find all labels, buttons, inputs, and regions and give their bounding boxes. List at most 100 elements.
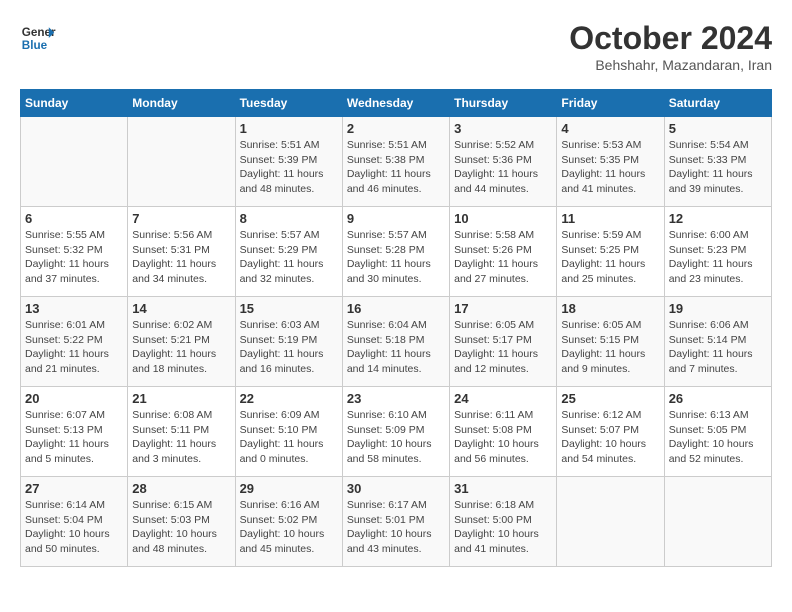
- calendar-cell: 16 Sunrise: 6:04 AMSunset: 5:18 PMDayligh…: [342, 297, 449, 387]
- calendar-cell: 23 Sunrise: 6:10 AMSunset: 5:09 PMDayligh…: [342, 387, 449, 477]
- day-info: Sunrise: 6:18 AMSunset: 5:00 PMDaylight:…: [454, 498, 552, 557]
- weekday-header-row: SundayMondayTuesdayWednesdayThursdayFrid…: [21, 90, 772, 117]
- day-info: Sunrise: 5:58 AMSunset: 5:26 PMDaylight:…: [454, 228, 552, 287]
- day-info: Sunrise: 6:05 AMSunset: 5:17 PMDaylight:…: [454, 318, 552, 377]
- day-number: 24: [454, 391, 552, 406]
- day-number: 12: [669, 211, 767, 226]
- day-info: Sunrise: 6:17 AMSunset: 5:01 PMDaylight:…: [347, 498, 445, 557]
- calendar-cell: 6 Sunrise: 5:55 AMSunset: 5:32 PMDaylight…: [21, 207, 128, 297]
- location-subtitle: Behshahr, Mazandaran, Iran: [569, 57, 772, 73]
- day-info: Sunrise: 6:02 AMSunset: 5:21 PMDaylight:…: [132, 318, 230, 377]
- day-info: Sunrise: 5:54 AMSunset: 5:33 PMDaylight:…: [669, 138, 767, 197]
- calendar-cell: 8Sunrise: 5:57 AMSunset: 5:29 PMDaylight…: [235, 207, 342, 297]
- weekday-header-wednesday: Wednesday: [342, 90, 449, 117]
- day-info: Sunrise: 6:00 AMSunset: 5:23 PMDaylight:…: [669, 228, 767, 287]
- day-number: 22: [240, 391, 338, 406]
- day-info: Sunrise: 6:07 AMSunset: 5:13 PMDaylight:…: [25, 408, 123, 467]
- day-info: Sunrise: 6:08 AMSunset: 5:11 PMDaylight:…: [132, 408, 230, 467]
- calendar-cell: 10 Sunrise: 5:58 AMSunset: 5:26 PMDayligh…: [450, 207, 557, 297]
- day-number: 20: [25, 391, 123, 406]
- day-info: Sunrise: 5:59 AMSunset: 5:25 PMDaylight:…: [561, 228, 659, 287]
- day-number: 5: [669, 121, 767, 136]
- calendar-cell: 7Sunrise: 5:56 AMSunset: 5:31 PMDaylight…: [128, 207, 235, 297]
- day-number: 27: [25, 481, 123, 496]
- title-area: October 2024 Behshahr, Mazandaran, Iran: [569, 20, 772, 73]
- day-info: Sunrise: 6:05 AMSunset: 5:15 PMDaylight:…: [561, 318, 659, 377]
- day-info: Sunrise: 6:10 AMSunset: 5:09 PMDaylight:…: [347, 408, 445, 467]
- weekday-header-friday: Friday: [557, 90, 664, 117]
- calendar-cell: 18Sunrise: 6:05 AMSunset: 5:15 PMDayligh…: [557, 297, 664, 387]
- calendar-cell: 19 Sunrise: 6:06 AMSunset: 5:14 PMDayligh…: [664, 297, 771, 387]
- calendar-cell: 25 Sunrise: 6:12 AMSunset: 5:07 PMDayligh…: [557, 387, 664, 477]
- day-info: Sunrise: 5:51 AMSunset: 5:39 PMDaylight:…: [240, 138, 338, 197]
- calendar-cell: 31 Sunrise: 6:18 AMSunset: 5:00 PMDayligh…: [450, 477, 557, 567]
- calendar-cell: [664, 477, 771, 567]
- calendar-week-row: 6 Sunrise: 5:55 AMSunset: 5:32 PMDaylight…: [21, 207, 772, 297]
- day-number: 7: [132, 211, 230, 226]
- calendar-cell: 5 Sunrise: 5:54 AMSunset: 5:33 PMDaylight…: [664, 117, 771, 207]
- day-info: Sunrise: 5:51 AMSunset: 5:38 PMDaylight:…: [347, 138, 445, 197]
- logo: General Blue: [20, 20, 56, 56]
- day-number: 15: [240, 301, 338, 316]
- calendar-cell: 1 Sunrise: 5:51 AMSunset: 5:39 PMDaylight…: [235, 117, 342, 207]
- calendar-cell: 17 Sunrise: 6:05 AMSunset: 5:17 PMDayligh…: [450, 297, 557, 387]
- day-info: Sunrise: 6:06 AMSunset: 5:14 PMDaylight:…: [669, 318, 767, 377]
- calendar-cell: 27 Sunrise: 6:14 AMSunset: 5:04 PMDayligh…: [21, 477, 128, 567]
- calendar-week-row: 20 Sunrise: 6:07 AMSunset: 5:13 PMDayligh…: [21, 387, 772, 477]
- calendar-cell: 29Sunrise: 6:16 AMSunset: 5:02 PMDayligh…: [235, 477, 342, 567]
- day-number: 19: [669, 301, 767, 316]
- day-number: 25: [561, 391, 659, 406]
- day-number: 8: [240, 211, 338, 226]
- day-info: Sunrise: 5:55 AMSunset: 5:32 PMDaylight:…: [25, 228, 123, 287]
- calendar-cell: 26 Sunrise: 6:13 AMSunset: 5:05 PMDayligh…: [664, 387, 771, 477]
- day-number: 13: [25, 301, 123, 316]
- calendar-cell: 12 Sunrise: 6:00 AMSunset: 5:23 PMDayligh…: [664, 207, 771, 297]
- day-number: 1: [240, 121, 338, 136]
- weekday-header-tuesday: Tuesday: [235, 90, 342, 117]
- calendar-cell: 20 Sunrise: 6:07 AMSunset: 5:13 PMDayligh…: [21, 387, 128, 477]
- svg-text:Blue: Blue: [22, 39, 48, 52]
- calendar-cell: 4Sunrise: 5:53 AMSunset: 5:35 PMDaylight…: [557, 117, 664, 207]
- calendar-cell: [128, 117, 235, 207]
- calendar-cell: 11 Sunrise: 5:59 AMSunset: 5:25 PMDayligh…: [557, 207, 664, 297]
- day-number: 23: [347, 391, 445, 406]
- day-number: 21: [132, 391, 230, 406]
- calendar-cell: 15 Sunrise: 6:03 AMSunset: 5:19 PMDayligh…: [235, 297, 342, 387]
- calendar-cell: [21, 117, 128, 207]
- day-info: Sunrise: 6:04 AMSunset: 5:18 PMDaylight:…: [347, 318, 445, 377]
- calendar-cell: 2Sunrise: 5:51 AMSunset: 5:38 PMDaylight…: [342, 117, 449, 207]
- calendar-cell: 22 Sunrise: 6:09 AMSunset: 5:10 PMDayligh…: [235, 387, 342, 477]
- day-number: 26: [669, 391, 767, 406]
- day-info: Sunrise: 6:15 AMSunset: 5:03 PMDaylight:…: [132, 498, 230, 557]
- day-number: 3: [454, 121, 552, 136]
- calendar-table: SundayMondayTuesdayWednesdayThursdayFrid…: [20, 89, 772, 567]
- weekday-header-thursday: Thursday: [450, 90, 557, 117]
- day-info: Sunrise: 6:14 AMSunset: 5:04 PMDaylight:…: [25, 498, 123, 557]
- day-number: 31: [454, 481, 552, 496]
- calendar-week-row: 27 Sunrise: 6:14 AMSunset: 5:04 PMDayligh…: [21, 477, 772, 567]
- page-header: General Blue October 2024 Behshahr, Maza…: [20, 20, 772, 73]
- calendar-cell: 21 Sunrise: 6:08 AMSunset: 5:11 PMDayligh…: [128, 387, 235, 477]
- day-info: Sunrise: 6:12 AMSunset: 5:07 PMDaylight:…: [561, 408, 659, 467]
- day-number: 28: [132, 481, 230, 496]
- day-number: 17: [454, 301, 552, 316]
- day-number: 10: [454, 211, 552, 226]
- day-info: Sunrise: 6:09 AMSunset: 5:10 PMDaylight:…: [240, 408, 338, 467]
- logo-icon: General Blue: [20, 20, 56, 56]
- day-info: Sunrise: 5:53 AMSunset: 5:35 PMDaylight:…: [561, 138, 659, 197]
- day-number: 11: [561, 211, 659, 226]
- day-info: Sunrise: 6:11 AMSunset: 5:08 PMDaylight:…: [454, 408, 552, 467]
- calendar-cell: 13Sunrise: 6:01 AMSunset: 5:22 PMDayligh…: [21, 297, 128, 387]
- month-year-title: October 2024: [569, 20, 772, 57]
- weekday-header-sunday: Sunday: [21, 90, 128, 117]
- day-number: 6: [25, 211, 123, 226]
- day-info: Sunrise: 6:13 AMSunset: 5:05 PMDaylight:…: [669, 408, 767, 467]
- day-number: 16: [347, 301, 445, 316]
- weekday-header-saturday: Saturday: [664, 90, 771, 117]
- calendar-cell: 28 Sunrise: 6:15 AMSunset: 5:03 PMDayligh…: [128, 477, 235, 567]
- day-info: Sunrise: 5:52 AMSunset: 5:36 PMDaylight:…: [454, 138, 552, 197]
- calendar-cell: 30Sunrise: 6:17 AMSunset: 5:01 PMDayligh…: [342, 477, 449, 567]
- day-info: Sunrise: 6:03 AMSunset: 5:19 PMDaylight:…: [240, 318, 338, 377]
- day-number: 9: [347, 211, 445, 226]
- calendar-week-row: 1 Sunrise: 5:51 AMSunset: 5:39 PMDaylight…: [21, 117, 772, 207]
